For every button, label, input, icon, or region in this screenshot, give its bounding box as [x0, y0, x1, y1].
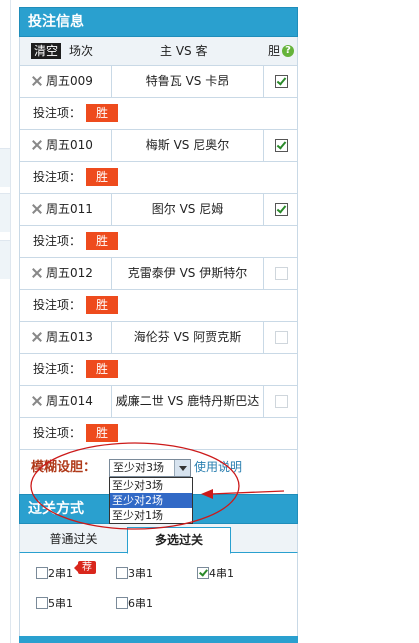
- bet-label: 投注项：: [33, 426, 82, 440]
- remove-icon[interactable]: [32, 396, 42, 406]
- pass-option-label: 4串1: [209, 567, 234, 580]
- pass-options: 2串1 荐 3串1 4串1 5串1 6串1: [19, 553, 298, 638]
- pass-option[interactable]: 6串1: [116, 597, 153, 610]
- match-row: 周五010 梅斯 VS 尼奥尔: [20, 130, 297, 162]
- pass-option[interactable]: 4串1: [197, 567, 234, 580]
- match-list: 周五009 特鲁瓦 VS 卡昂 投注项： 胜 周五010 梅斯 VS 尼奥尔 投…: [19, 66, 298, 450]
- left-strip-segment: [0, 240, 10, 279]
- checkbox-checked[interactable]: [197, 567, 209, 579]
- bottom-bar: [19, 636, 298, 643]
- match-teams: 威廉二世 VS 鹿特丹斯巴达: [115, 394, 260, 408]
- bet-chip-win[interactable]: 胜: [86, 104, 118, 122]
- help-icon[interactable]: ?: [282, 45, 294, 57]
- fuzzy-banker-dropdown: 至少对3场 至少对2场 至少对1场: [109, 477, 193, 524]
- tab-multi-pass[interactable]: 多选过关: [127, 527, 231, 554]
- fuzzy-banker-label: 模糊设胆：: [31, 460, 97, 475]
- bet-row: 投注项： 胜: [20, 418, 297, 450]
- tab-normal-pass[interactable]: 普通过关: [20, 527, 127, 552]
- divider: [263, 258, 264, 289]
- checkbox[interactable]: [36, 567, 48, 579]
- pass-option-label: 5串1: [48, 597, 73, 610]
- fuzzy-banker-row: 模糊设胆： 至少对3场 使用说明 至少对3场 至少对2场 至少对1场: [19, 450, 298, 524]
- column-match-number: 场次: [69, 44, 94, 58]
- match-number: 周五014: [46, 394, 93, 408]
- pass-option-label: 3串1: [128, 567, 153, 580]
- remove-icon[interactable]: [32, 332, 42, 342]
- bet-row: 投注项： 胜: [20, 226, 297, 258]
- divider: [263, 322, 264, 353]
- dropdown-option-highlighted[interactable]: 至少对2场: [110, 493, 192, 508]
- match-number: 周五011: [46, 202, 93, 216]
- match-row: 周五012 克雷泰伊 VS 伊斯特尔: [20, 258, 297, 290]
- select-value: 至少对3场: [113, 461, 164, 474]
- bet-chip-win[interactable]: 胜: [86, 296, 118, 314]
- checkbox[interactable]: [116, 597, 128, 609]
- pass-option[interactable]: 3串1: [116, 567, 153, 580]
- bet-info-panel: 投注信息 清空 场次 主 VS 客 胆 ? 周五009 特鲁瓦 VS 卡昂 投注…: [19, 7, 298, 638]
- match-teams: 特鲁瓦 VS 卡昂: [145, 74, 230, 88]
- fuzzy-banker-select[interactable]: 至少对3场: [109, 459, 191, 477]
- bet-row: 投注项： 胜: [20, 98, 297, 130]
- remove-icon[interactable]: [32, 268, 42, 278]
- checkbox[interactable]: [116, 567, 128, 579]
- pass-method-tabs: 普通过关 多选过关: [19, 524, 298, 554]
- match-number: 周五010: [46, 138, 93, 152]
- match-number: 周五012: [46, 266, 93, 280]
- recommend-badge: 荐: [74, 561, 96, 574]
- bet-chip-win[interactable]: 胜: [86, 360, 118, 378]
- match-teams: 克雷泰伊 VS 伊斯特尔: [127, 266, 248, 280]
- dropdown-option[interactable]: 至少对3场: [110, 478, 192, 493]
- left-strip-segment: [0, 193, 10, 232]
- bet-row: 投注项： 胜: [20, 290, 297, 322]
- chevron-down-icon[interactable]: [174, 460, 190, 476]
- banker-checkbox[interactable]: [275, 75, 288, 88]
- pass-option[interactable]: 2串1: [36, 567, 73, 580]
- match-row: 周五009 特鲁瓦 VS 卡昂: [20, 66, 297, 98]
- checkbox[interactable]: [36, 597, 48, 609]
- match-teams: 图尔 VS 尼姆: [151, 202, 224, 216]
- bet-label: 投注项：: [33, 106, 82, 120]
- column-banker: 胆: [268, 44, 281, 58]
- clear-button[interactable]: 清空: [31, 43, 62, 59]
- match-teams: 梅斯 VS 尼奥尔: [145, 138, 230, 152]
- banker-checkbox[interactable]: [275, 395, 288, 408]
- bet-chip-win[interactable]: 胜: [86, 168, 118, 186]
- match-number: 周五009: [46, 74, 93, 88]
- banker-checkbox[interactable]: [275, 331, 288, 344]
- banker-checkbox[interactable]: [275, 267, 288, 280]
- pass-option[interactable]: 5串1: [36, 597, 73, 610]
- column-header-row: 清空 场次 主 VS 客 胆 ?: [19, 37, 298, 66]
- bet-row: 投注项： 胜: [20, 354, 297, 386]
- match-row: 周五011 图尔 VS 尼姆: [20, 194, 297, 226]
- bet-info-header: 投注信息: [19, 7, 298, 37]
- bet-row: 投注项： 胜: [20, 162, 297, 194]
- column-teams: 主 VS 客: [160, 44, 208, 58]
- divider: [263, 386, 264, 417]
- dropdown-option[interactable]: 至少对1场: [110, 508, 192, 523]
- match-row: 周五013 海伦芬 VS 阿贾克斯: [20, 322, 297, 354]
- pass-option-label: 6串1: [128, 597, 153, 610]
- bet-chip-win[interactable]: 胜: [86, 424, 118, 442]
- left-page-strip: [0, 0, 11, 643]
- banker-checkbox[interactable]: [275, 203, 288, 216]
- match-number: 周五013: [46, 330, 93, 344]
- pass-option-label: 2串1: [48, 567, 73, 580]
- match-teams: 海伦芬 VS 阿贾克斯: [133, 330, 242, 344]
- match-row: 周五014 威廉二世 VS 鹿特丹斯巴达: [20, 386, 297, 418]
- bet-label: 投注项：: [33, 170, 82, 184]
- left-strip-segment: [0, 148, 10, 187]
- bet-label: 投注项：: [33, 234, 82, 248]
- bet-label: 投注项：: [33, 298, 82, 312]
- remove-icon[interactable]: [32, 140, 42, 150]
- banker-checkbox[interactable]: [275, 139, 288, 152]
- remove-icon[interactable]: [32, 204, 42, 214]
- bet-chip-win[interactable]: 胜: [86, 232, 118, 250]
- divider: [263, 194, 264, 225]
- usage-instructions-link[interactable]: 使用说明: [194, 460, 242, 474]
- divider: [263, 66, 264, 97]
- remove-icon[interactable]: [32, 76, 42, 86]
- divider: [263, 130, 264, 161]
- bet-label: 投注项：: [33, 362, 82, 376]
